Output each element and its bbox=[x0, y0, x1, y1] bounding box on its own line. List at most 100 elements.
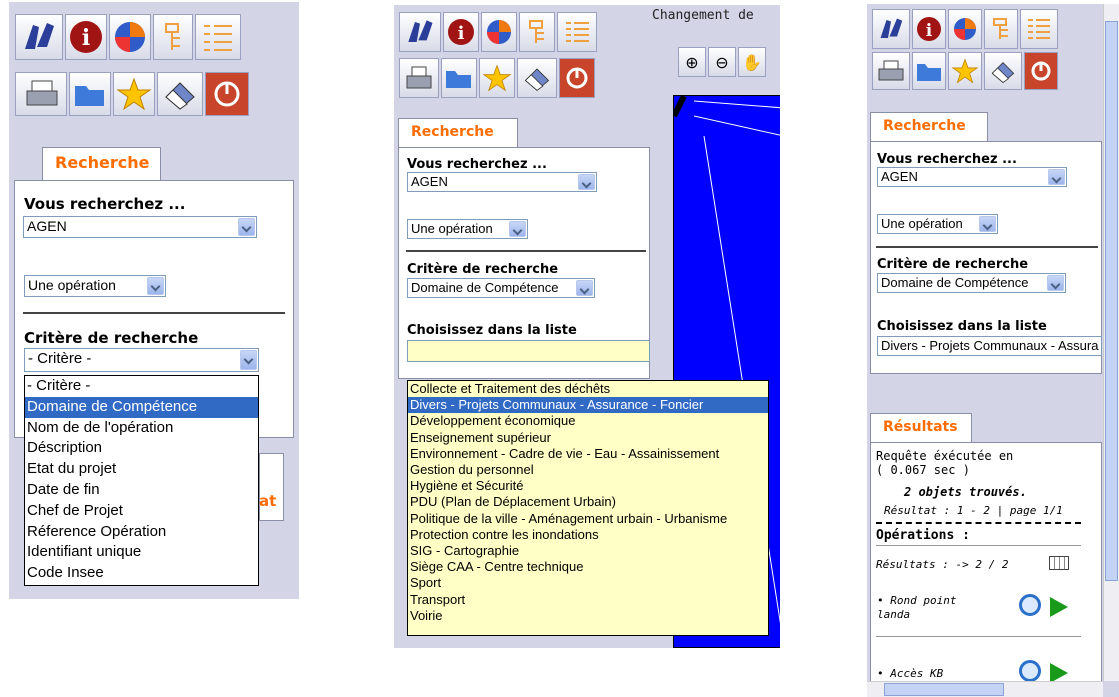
operation-select[interactable]: Une opération bbox=[24, 275, 166, 297]
tab-recherche[interactable]: Recherche bbox=[42, 147, 161, 181]
list-item[interactable]: Sport bbox=[408, 575, 768, 591]
binoculars-icon[interactable] bbox=[872, 9, 910, 49]
list-item[interactable]: Code Insee bbox=[25, 563, 258, 584]
scroll-thumb[interactable] bbox=[1105, 21, 1118, 581]
operation-select[interactable]: Une opération bbox=[877, 214, 998, 234]
chevron-down-icon[interactable] bbox=[240, 350, 257, 370]
star-icon[interactable] bbox=[113, 72, 155, 116]
chevron-down-icon[interactable] bbox=[1048, 169, 1065, 185]
eraser-icon[interactable] bbox=[517, 58, 557, 98]
list-item[interactable]: SIG - Cartographie bbox=[408, 543, 768, 559]
star-icon[interactable] bbox=[948, 52, 982, 90]
list-item[interactable]: Divers - Projets Communaux - Assurance -… bbox=[408, 397, 768, 414]
list-item[interactable]: Siège CAA - Centre technique bbox=[408, 559, 768, 575]
search-select[interactable]: AGEN bbox=[877, 167, 1067, 187]
power-icon[interactable] bbox=[1024, 52, 1058, 90]
list-item[interactable]: Date de fin bbox=[25, 480, 258, 501]
chevron-down-icon[interactable] bbox=[1047, 275, 1064, 291]
search-select[interactable]: AGEN bbox=[23, 216, 257, 238]
arrow-right-icon[interactable] bbox=[1050, 597, 1068, 617]
list-item[interactable]: Nom de de l'opération bbox=[25, 418, 258, 439]
info-icon[interactable]: i bbox=[912, 9, 946, 49]
choisissez-input[interactable] bbox=[407, 340, 650, 362]
tree-icon[interactable] bbox=[519, 12, 555, 52]
zoom-in-icon[interactable]: ⊕ bbox=[678, 47, 706, 77]
table-icon[interactable] bbox=[1049, 556, 1069, 570]
operation-select[interactable]: Une opération bbox=[407, 219, 528, 239]
tab-resultats[interactable]: Résultats bbox=[870, 413, 972, 443]
result-item-2[interactable]: • Accès KB bbox=[877, 667, 943, 680]
list-item[interactable]: Développement économique bbox=[408, 413, 768, 429]
info-icon[interactable]: i bbox=[443, 12, 479, 52]
scroll-thumb[interactable] bbox=[884, 683, 1004, 696]
pan-hand-icon[interactable]: ✋ bbox=[738, 47, 766, 77]
folder-open-icon[interactable] bbox=[69, 72, 111, 116]
chevron-down-icon[interactable] bbox=[576, 280, 593, 296]
list-item[interactable]: Identifiant unique bbox=[25, 542, 258, 563]
binoculars-icon[interactable] bbox=[399, 12, 441, 52]
globe-icon[interactable] bbox=[481, 12, 517, 52]
list-item[interactable]: Environnement - Cadre de vie - Eau - Ass… bbox=[408, 446, 768, 462]
svg-text:i: i bbox=[926, 21, 933, 41]
list-item[interactable]: PDU (Plan de Déplacement Urbain) bbox=[408, 494, 768, 510]
list-item[interactable]: - Critère - bbox=[25, 376, 258, 397]
print-icon[interactable] bbox=[15, 72, 67, 116]
chevron-down-icon[interactable] bbox=[147, 277, 164, 295]
print-icon[interactable] bbox=[872, 52, 910, 90]
list-item[interactable]: Enseignement supérieur bbox=[408, 430, 768, 446]
list-item[interactable]: Voirie bbox=[408, 608, 768, 624]
arrow-right-icon[interactable] bbox=[1050, 663, 1068, 683]
tree-icon[interactable] bbox=[984, 9, 1018, 49]
list-icon[interactable] bbox=[1020, 9, 1058, 49]
binoculars-icon[interactable] bbox=[15, 14, 63, 60]
list-item[interactable]: Domaine de Compétence bbox=[25, 396, 258, 418]
folder-open-icon[interactable] bbox=[912, 52, 946, 90]
chevron-down-icon[interactable] bbox=[979, 216, 996, 232]
chevron-down-icon[interactable] bbox=[578, 174, 595, 190]
vous-recherchez-label: Vous recherchez ... bbox=[877, 152, 1017, 167]
horizontal-scrollbar[interactable] bbox=[867, 681, 1103, 697]
tree-icon[interactable] bbox=[153, 14, 193, 60]
power-icon[interactable] bbox=[559, 58, 595, 98]
zoom-out-icon[interactable]: ⊖ bbox=[708, 47, 736, 77]
list-item[interactable]: Protection contre les inondations bbox=[408, 527, 768, 543]
chevron-down-icon[interactable] bbox=[238, 218, 255, 236]
list-icon[interactable] bbox=[195, 14, 241, 60]
list-item[interactable]: Gestion du personnel bbox=[408, 462, 768, 478]
critere-select[interactable]: - Critère - bbox=[24, 348, 259, 372]
list-item[interactable]: Politique de la ville - Aménagement urba… bbox=[408, 511, 768, 527]
magnifier-icon[interactable] bbox=[1019, 660, 1041, 682]
list-item[interactable]: Réference Opération bbox=[25, 522, 258, 543]
tab-recherche[interactable]: Recherche bbox=[398, 118, 518, 148]
list-item[interactable]: Transport bbox=[408, 592, 768, 608]
critere-select[interactable]: Domaine de Compétence bbox=[877, 273, 1066, 293]
chevron-down-icon[interactable] bbox=[509, 221, 526, 237]
critere-label: Critère de recherche bbox=[24, 329, 199, 347]
list-item[interactable]: Déscription bbox=[25, 438, 258, 459]
eraser-icon[interactable] bbox=[157, 72, 203, 116]
domaine-dropdown: Collecte et Traitement des déchêts Diver… bbox=[407, 380, 769, 636]
globe-icon[interactable] bbox=[948, 9, 982, 49]
choisissez-select[interactable]: Divers - Projets Communaux - Assura bbox=[877, 336, 1102, 356]
print-icon[interactable] bbox=[399, 58, 439, 98]
critere-label: Critère de recherche bbox=[407, 262, 559, 277]
list-item[interactable]: Etat du projet bbox=[25, 459, 258, 480]
result-item-1[interactable]: • Rond point landa bbox=[877, 594, 957, 622]
vertical-scrollbar[interactable] bbox=[1103, 4, 1119, 681]
critere-label: Critère de recherche bbox=[877, 257, 1029, 272]
eraser-icon[interactable] bbox=[984, 52, 1022, 90]
list-icon[interactable] bbox=[557, 12, 597, 52]
map-title: Changement de bbox=[652, 8, 754, 23]
list-item[interactable]: Hygiène et Sécurité bbox=[408, 478, 768, 494]
star-icon[interactable] bbox=[479, 58, 515, 98]
list-item[interactable]: Chef de Projet bbox=[25, 501, 258, 522]
power-icon[interactable] bbox=[205, 72, 249, 116]
info-icon[interactable]: i bbox=[65, 14, 107, 60]
folder-open-icon[interactable] bbox=[441, 58, 477, 98]
critere-select[interactable]: Domaine de Compétence bbox=[407, 278, 595, 298]
search-select[interactable]: AGEN bbox=[407, 172, 597, 192]
magnifier-icon[interactable] bbox=[1019, 594, 1041, 616]
list-item[interactable]: Collecte et Traitement des déchêts bbox=[408, 381, 768, 397]
globe-icon[interactable] bbox=[109, 14, 151, 60]
tab-recherche[interactable]: Recherche bbox=[870, 112, 988, 142]
